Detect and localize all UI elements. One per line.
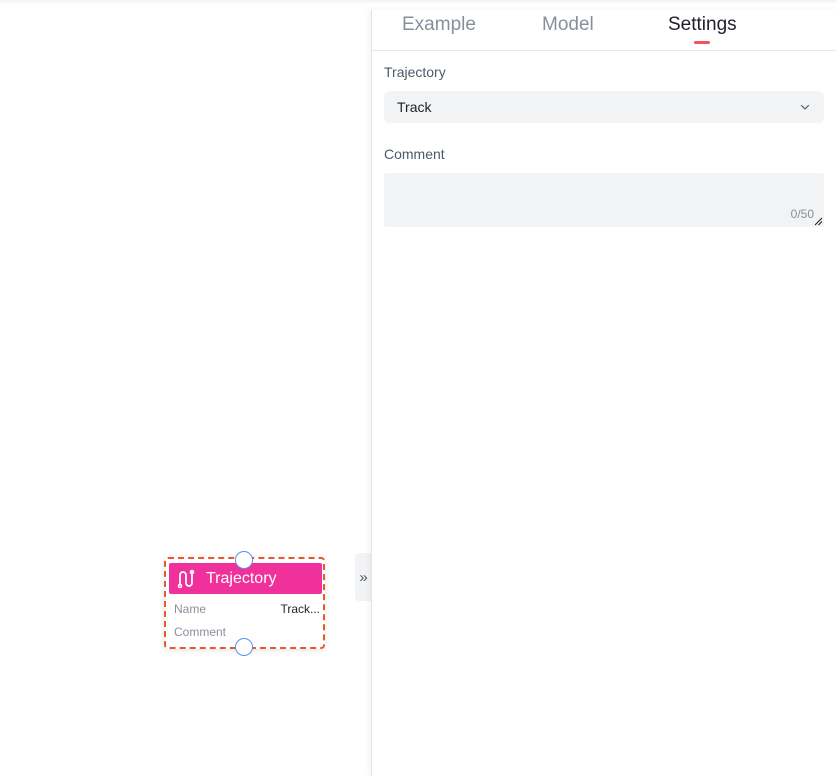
resize-grip-icon[interactable]: [813, 216, 823, 226]
tab-model[interactable]: Model: [542, 14, 594, 36]
collapse-panel-button[interactable]: »: [355, 553, 372, 601]
flow-canvas[interactable]: Trajectory Name Track... Comment: [0, 0, 371, 776]
trajectory-node[interactable]: Trajectory Name Track... Comment: [164, 551, 325, 656]
double-chevron-right-icon: »: [359, 568, 368, 586]
active-tab-indicator: [694, 41, 710, 44]
input-port[interactable]: [235, 551, 253, 569]
comment-field-wrapper: 0/50: [384, 173, 824, 227]
trajectory-label: Trajectory: [384, 64, 446, 80]
output-port[interactable]: [235, 638, 253, 656]
node-title: Trajectory: [206, 569, 277, 587]
node-row-key: Name: [174, 602, 207, 616]
chevron-down-icon: [800, 104, 810, 110]
panel-tabs: Example Model Settings: [372, 10, 836, 51]
trajectory-select-value: Track: [397, 99, 432, 115]
trajectory-select[interactable]: Track: [384, 91, 824, 123]
settings-panel: Example Model Settings Trajectory Track …: [371, 10, 836, 776]
trajectory-path-icon: [177, 569, 195, 588]
comment-textarea[interactable]: [384, 173, 824, 227]
tab-settings[interactable]: Settings: [668, 14, 737, 36]
comment-label: Comment: [384, 146, 445, 162]
tab-example[interactable]: Example: [402, 14, 476, 36]
node-row-key: Comment: [174, 625, 227, 639]
comment-char-counter: 0/50: [790, 207, 814, 221]
node-row-value: Track...: [280, 602, 320, 616]
node-row-name: Name Track...: [174, 600, 320, 618]
